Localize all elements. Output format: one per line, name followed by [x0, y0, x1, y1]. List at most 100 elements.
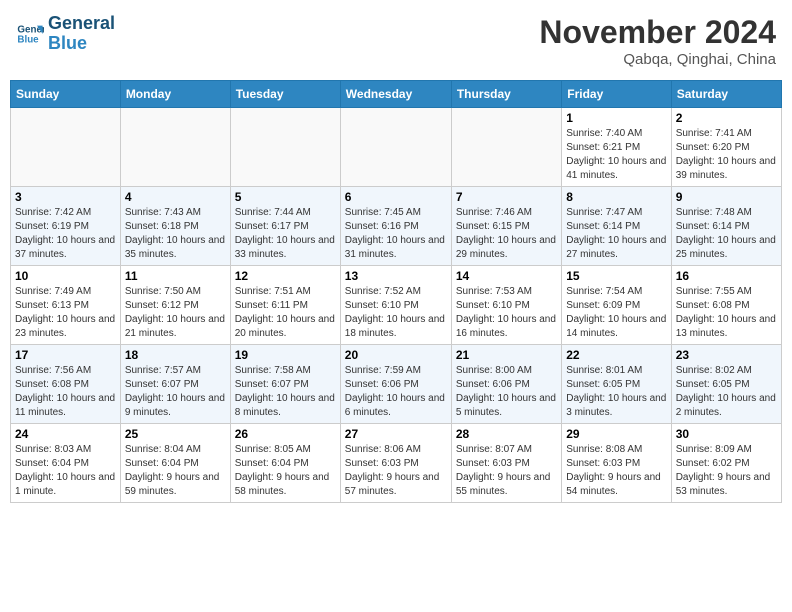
day-info: Sunrise: 8:04 AMSunset: 6:04 PMDaylight:…: [125, 443, 226, 499]
calendar-cell: 17 Sunrise: 7:56 AMSunset: 6:08 PMDayligh…: [11, 345, 121, 424]
day-number: 29: [566, 427, 666, 441]
calendar-cell: 6 Sunrise: 7:45 AMSunset: 6:16 PMDaylight…: [340, 187, 451, 266]
calendar-cell: 21 Sunrise: 8:00 AMSunset: 6:06 PMDayligh…: [451, 345, 561, 424]
calendar-cell: 28Sunrise: 8:07 AMSunset: 6:03 PMDayligh…: [451, 424, 561, 503]
title-block: November 2024 Qabqa, Qinghai, China: [539, 14, 776, 68]
calendar-cell: 24Sunrise: 8:03 AMSunset: 6:04 PMDayligh…: [11, 424, 121, 503]
day-info: Sunrise: 7:54 AMSunset: 6:09 PMDaylight:…: [566, 285, 666, 341]
calendar-cell: 18 Sunrise: 7:57 AMSunset: 6:07 PMDayligh…: [120, 345, 230, 424]
calendar-cell: 14 Sunrise: 7:53 AMSunset: 6:10 PMDayligh…: [451, 266, 561, 345]
calendar-cell: 26 Sunrise: 8:05 AMSunset: 6:04 PMDayligh…: [230, 424, 340, 503]
day-number: 10: [15, 269, 116, 283]
day-info: Sunrise: 7:58 AMSunset: 6:07 PMDaylight:…: [235, 364, 336, 420]
day-number: 14: [456, 269, 557, 283]
calendar-cell: 22 Sunrise: 8:01 AMSunset: 6:05 PMDayligh…: [562, 345, 671, 424]
day-number: 25: [125, 427, 226, 441]
weekday-header-sunday: Sunday: [11, 81, 121, 108]
calendar-cell: 7Sunrise: 7:46 AMSunset: 6:15 PMDaylight…: [451, 187, 561, 266]
day-info: Sunrise: 7:49 AMSunset: 6:13 PMDaylight:…: [15, 285, 116, 341]
weekday-header-tuesday: Tuesday: [230, 81, 340, 108]
calendar-week-row: 17 Sunrise: 7:56 AMSunset: 6:08 PMDayligh…: [11, 345, 782, 424]
day-info: Sunrise: 8:08 AMSunset: 6:03 PMDaylight:…: [566, 443, 666, 499]
day-number: 19: [235, 348, 336, 362]
calendar-cell: [451, 108, 561, 187]
day-number: 22: [566, 348, 666, 362]
calendar-cell: [11, 108, 121, 187]
day-info: Sunrise: 8:00 AMSunset: 6:06 PMDaylight:…: [456, 364, 557, 420]
day-info: Sunrise: 8:05 AMSunset: 6:04 PMDaylight:…: [235, 443, 336, 499]
day-number: 18: [125, 348, 226, 362]
location-title: Qabqa, Qinghai, China: [539, 51, 776, 68]
calendar-cell: 16Sunrise: 7:55 AMSunset: 6:08 PMDayligh…: [671, 266, 781, 345]
day-info: Sunrise: 7:52 AMSunset: 6:10 PMDaylight:…: [345, 285, 447, 341]
day-info: Sunrise: 7:47 AMSunset: 6:14 PMDaylight:…: [566, 206, 666, 262]
day-info: Sunrise: 7:45 AMSunset: 6:16 PMDaylight:…: [345, 206, 447, 262]
calendar-cell: 2Sunrise: 7:41 AMSunset: 6:20 PMDaylight…: [671, 108, 781, 187]
calendar-week-row: 24Sunrise: 8:03 AMSunset: 6:04 PMDayligh…: [11, 424, 782, 503]
calendar-cell: [120, 108, 230, 187]
calendar-header-row: SundayMondayTuesdayWednesdayThursdayFrid…: [11, 81, 782, 108]
day-info: Sunrise: 7:56 AMSunset: 6:08 PMDaylight:…: [15, 364, 116, 420]
logo-icon: General Blue: [16, 20, 44, 48]
day-info: Sunrise: 7:57 AMSunset: 6:07 PMDaylight:…: [125, 364, 226, 420]
day-number: 1: [566, 111, 666, 125]
day-info: Sunrise: 7:40 AMSunset: 6:21 PMDaylight:…: [566, 127, 666, 183]
logo-text: General Blue: [48, 14, 115, 54]
day-number: 23: [676, 348, 777, 362]
weekday-header-monday: Monday: [120, 81, 230, 108]
day-info: Sunrise: 7:53 AMSunset: 6:10 PMDaylight:…: [456, 285, 557, 341]
day-number: 13: [345, 269, 447, 283]
calendar-table: SundayMondayTuesdayWednesdayThursdayFrid…: [10, 80, 782, 503]
day-info: Sunrise: 8:09 AMSunset: 6:02 PMDaylight:…: [676, 443, 777, 499]
calendar-cell: 30 Sunrise: 8:09 AMSunset: 6:02 PMDayligh…: [671, 424, 781, 503]
calendar-cell: 12Sunrise: 7:51 AMSunset: 6:11 PMDayligh…: [230, 266, 340, 345]
day-number: 30: [676, 427, 777, 441]
calendar-cell: 13 Sunrise: 7:52 AMSunset: 6:10 PMDayligh…: [340, 266, 451, 345]
calendar-cell: 11 Sunrise: 7:50 AMSunset: 6:12 PMDayligh…: [120, 266, 230, 345]
month-title: November 2024: [539, 14, 776, 51]
day-info: Sunrise: 7:50 AMSunset: 6:12 PMDaylight:…: [125, 285, 226, 341]
calendar-cell: 29 Sunrise: 8:08 AMSunset: 6:03 PMDayligh…: [562, 424, 671, 503]
day-info: Sunrise: 7:48 AMSunset: 6:14 PMDaylight:…: [676, 206, 777, 262]
day-number: 6: [345, 190, 447, 204]
day-number: 4: [125, 190, 226, 204]
logo: General Blue General Blue: [16, 14, 115, 54]
calendar-cell: 19 Sunrise: 7:58 AMSunset: 6:07 PMDayligh…: [230, 345, 340, 424]
page-header: General Blue General Blue November 2024 …: [10, 10, 782, 72]
day-info: Sunrise: 7:43 AMSunset: 6:18 PMDaylight:…: [125, 206, 226, 262]
day-number: 15: [566, 269, 666, 283]
day-number: 26: [235, 427, 336, 441]
calendar-cell: 23 Sunrise: 8:02 AMSunset: 6:05 PMDayligh…: [671, 345, 781, 424]
day-number: 16: [676, 269, 777, 283]
day-number: 20: [345, 348, 447, 362]
calendar-cell: 1 Sunrise: 7:40 AMSunset: 6:21 PMDaylight…: [562, 108, 671, 187]
calendar-cell: 8Sunrise: 7:47 AMSunset: 6:14 PMDaylight…: [562, 187, 671, 266]
calendar-cell: 25 Sunrise: 8:04 AMSunset: 6:04 PMDayligh…: [120, 424, 230, 503]
day-number: 5: [235, 190, 336, 204]
day-info: Sunrise: 8:02 AMSunset: 6:05 PMDaylight:…: [676, 364, 777, 420]
calendar-cell: [230, 108, 340, 187]
calendar-week-row: 10 Sunrise: 7:49 AMSunset: 6:13 PMDayligh…: [11, 266, 782, 345]
day-number: 12: [235, 269, 336, 283]
day-number: 21: [456, 348, 557, 362]
calendar-cell: 4 Sunrise: 7:43 AMSunset: 6:18 PMDaylight…: [120, 187, 230, 266]
day-info: Sunrise: 8:06 AMSunset: 6:03 PMDaylight:…: [345, 443, 447, 499]
day-number: 11: [125, 269, 226, 283]
day-number: 17: [15, 348, 116, 362]
day-info: Sunrise: 7:42 AMSunset: 6:19 PMDaylight:…: [15, 206, 116, 262]
calendar-cell: 20 Sunrise: 7:59 AMSunset: 6:06 PMDayligh…: [340, 345, 451, 424]
day-number: 27: [345, 427, 447, 441]
calendar-cell: [340, 108, 451, 187]
day-info: Sunrise: 7:41 AMSunset: 6:20 PMDaylight:…: [676, 127, 777, 183]
day-info: Sunrise: 8:07 AMSunset: 6:03 PMDaylight:…: [456, 443, 557, 499]
svg-text:Blue: Blue: [17, 34, 39, 45]
day-info: Sunrise: 8:01 AMSunset: 6:05 PMDaylight:…: [566, 364, 666, 420]
weekday-header-friday: Friday: [562, 81, 671, 108]
weekday-header-saturday: Saturday: [671, 81, 781, 108]
calendar-cell: 10 Sunrise: 7:49 AMSunset: 6:13 PMDayligh…: [11, 266, 121, 345]
calendar-cell: 27 Sunrise: 8:06 AMSunset: 6:03 PMDayligh…: [340, 424, 451, 503]
calendar-cell: 3 Sunrise: 7:42 AMSunset: 6:19 PMDaylight…: [11, 187, 121, 266]
day-info: Sunrise: 7:59 AMSunset: 6:06 PMDaylight:…: [345, 364, 447, 420]
day-number: 3: [15, 190, 116, 204]
weekday-header-wednesday: Wednesday: [340, 81, 451, 108]
